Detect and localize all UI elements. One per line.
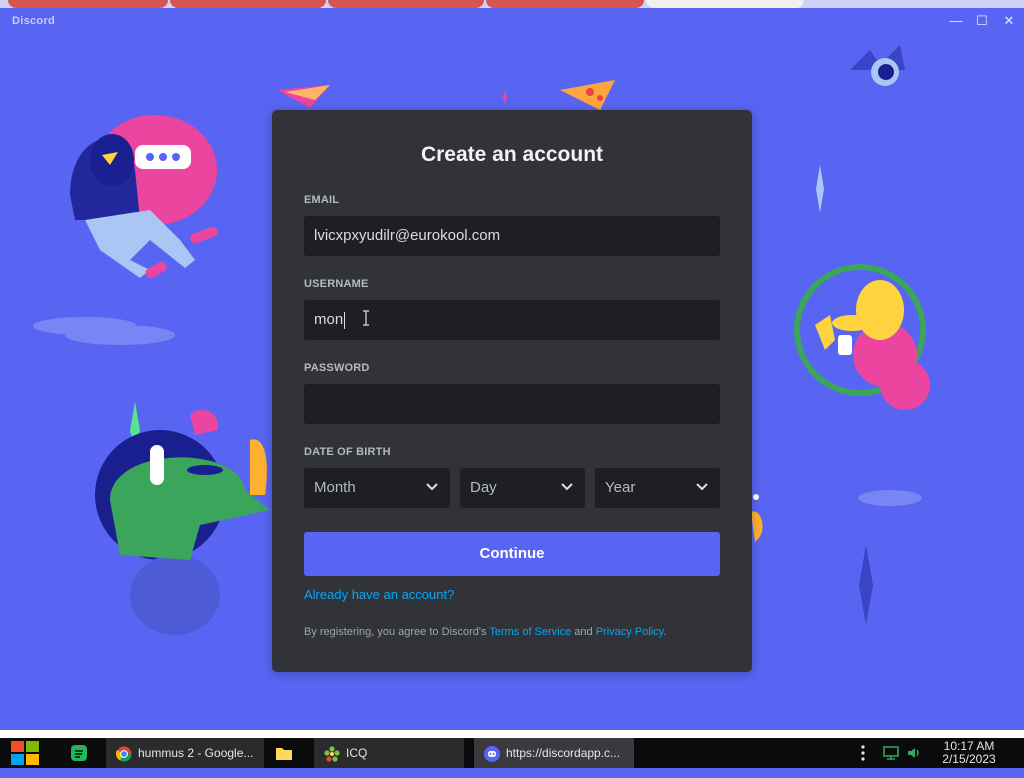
chevron-down-icon — [696, 483, 708, 491]
illustration-flying-creature — [850, 45, 905, 86]
continue-button[interactable]: Continue — [304, 532, 720, 576]
legal-suffix: . — [663, 626, 667, 638]
minimize-button[interactable]: — — [945, 12, 967, 30]
chevron-down-icon — [426, 483, 438, 491]
background-tab[interactable] — [170, 0, 326, 8]
background-tab[interactable] — [486, 0, 644, 8]
background-tab[interactable] — [328, 0, 484, 8]
username-value: mon — [314, 311, 344, 328]
taskbar-item-discord[interactable]: https://discordapp.c... — [474, 738, 634, 768]
taskbar-item-chrome[interactable]: hummus 2 - Google... — [106, 738, 264, 768]
password-label: PASSWORD — [304, 362, 370, 374]
username-field[interactable]: mon — [304, 300, 720, 340]
month-select[interactable]: Month — [304, 468, 450, 508]
email-label: EMAIL — [304, 194, 340, 206]
taskbar-item-label: ICQ — [346, 746, 368, 760]
volume-tray-button[interactable] — [906, 738, 924, 768]
ibeam-cursor-icon — [363, 310, 369, 326]
sparkle-icon — [816, 165, 824, 213]
discord-window: Discord — ☐ ✕ Create an account EMAIL lv… — [0, 0, 1024, 730]
background-tab[interactable] — [646, 0, 804, 8]
illustration-character-waving — [794, 264, 930, 410]
network-icon — [883, 746, 899, 760]
sparkle-icon — [859, 545, 873, 625]
spotify-icon — [71, 745, 87, 761]
more-vertical-icon — [861, 745, 865, 761]
network-tray-button[interactable] — [883, 738, 901, 768]
email-field[interactable]: lvicxpxyudilr@eurokool.com — [304, 216, 720, 256]
day-select-value: Day — [470, 479, 497, 496]
form-title: Create an account — [420, 143, 604, 166]
year-select[interactable]: Year — [595, 468, 720, 508]
chrome-icon — [116, 746, 132, 762]
legal-prefix: By registering, you agree to Discord's — [304, 626, 490, 638]
taskbar-item-icq[interactable]: ICQ — [314, 738, 464, 768]
year-select-value: Year — [605, 479, 636, 496]
close-button[interactable]: ✕ — [998, 12, 1020, 30]
app-title: Discord — [12, 15, 56, 27]
title-bar: Discord — ☐ ✕ — [0, 8, 1024, 32]
taskbar-item-label: hummus 2 - Google... — [138, 746, 254, 760]
sparkle-icon — [503, 90, 507, 104]
username-label: USERNAME — [304, 278, 369, 290]
taskbar: hummus 2 - Google... ICQ https://discord… — [0, 730, 1024, 768]
login-link[interactable]: Already have an account? — [304, 587, 454, 602]
illustration-pizza — [560, 80, 615, 110]
taskbar-item-label: https://discordapp.c... — [506, 746, 621, 760]
chevron-down-icon — [561, 483, 573, 491]
day-select[interactable]: Day — [460, 468, 585, 508]
taskbar-item-explorer[interactable] — [276, 738, 304, 768]
icq-icon — [324, 746, 340, 762]
overflow-menu-button[interactable] — [860, 738, 872, 768]
terms-link[interactable]: Terms of Service — [489, 626, 571, 638]
illustration-paper-plane — [277, 85, 330, 108]
start-button[interactable] — [8, 738, 48, 768]
clock-date: 2/15/2023 — [942, 752, 996, 766]
register-form-card: Create an account EMAIL lvicxpxyudilr@eu… — [272, 110, 752, 672]
privacy-link[interactable]: Privacy Policy — [596, 626, 664, 638]
legal-text: By registering, you agree to Discord's T… — [304, 626, 666, 638]
legal-and: and — [571, 626, 596, 638]
clock[interactable]: 10:17 AM 2/15/2023 — [934, 738, 1004, 768]
month-select-value: Month — [314, 479, 356, 496]
cloud-shape — [858, 490, 922, 506]
background-tab[interactable] — [8, 0, 168, 8]
text-cursor — [344, 311, 346, 329]
folder-icon — [276, 748, 292, 760]
speaker-icon — [908, 748, 919, 758]
spotify-taskbar-button[interactable] — [70, 738, 94, 768]
discord-icon — [484, 745, 500, 762]
browser-tab-strip — [0, 0, 1024, 8]
illustration-dinosaur-headphones — [95, 402, 270, 635]
cloud-shape — [33, 317, 137, 335]
password-field[interactable] — [304, 384, 720, 424]
dob-label: DATE OF BIRTH — [304, 446, 391, 458]
maximize-button[interactable]: ☐ — [971, 12, 993, 30]
windows-logo-icon — [11, 741, 39, 765]
